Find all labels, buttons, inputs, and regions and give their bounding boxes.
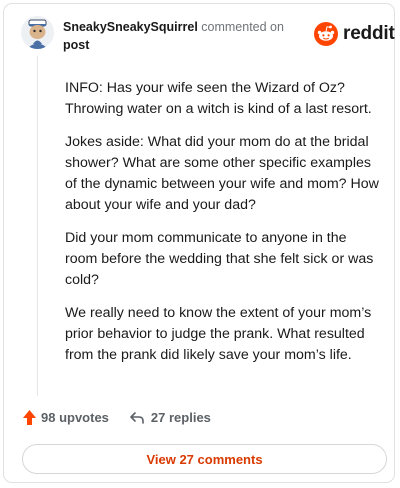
reddit-wordmark: reddit xyxy=(343,23,395,44)
reddit-icon xyxy=(314,22,338,46)
comment-card: SneakySneakySquirrel commented on post r… xyxy=(3,3,395,483)
comment-paragraph: INFO: Has your wife seen the Wizard of O… xyxy=(65,80,372,117)
replies-count: 27 replies xyxy=(150,410,211,425)
upvote-count: 98 upvotes xyxy=(41,410,109,425)
action-text: commented on xyxy=(201,20,284,34)
view-comments-label: View 27 comments xyxy=(146,451,263,467)
username-link[interactable]: SneakySneakySquirrel xyxy=(63,20,198,34)
reddit-logo[interactable]: reddit xyxy=(314,22,395,46)
view-comments-button[interactable]: View 27 comments xyxy=(22,444,387,474)
upvote-arrow-icon xyxy=(23,410,36,425)
post-link[interactable]: post xyxy=(63,38,89,52)
reply-arrow-icon xyxy=(130,411,144,424)
upvote-button[interactable]: 98 upvotes xyxy=(22,409,109,426)
comment-paragraph: Did your mom communicate to anyone in th… xyxy=(65,230,374,288)
thread-line xyxy=(37,56,38,396)
replies-button[interactable]: 27 replies xyxy=(129,410,211,425)
comment-body: INFO: Has your wife seen the Wizard of O… xyxy=(65,78,381,378)
comment-paragraph: We really need to know the extent of you… xyxy=(65,305,372,363)
comment-header: SneakySneakySquirrel commented on post xyxy=(63,18,308,54)
comment-paragraph: Jokes aside: What did your mom do at the… xyxy=(65,134,379,213)
avatar[interactable] xyxy=(21,16,54,49)
comment-actions: 98 upvotes 27 replies xyxy=(22,409,211,426)
